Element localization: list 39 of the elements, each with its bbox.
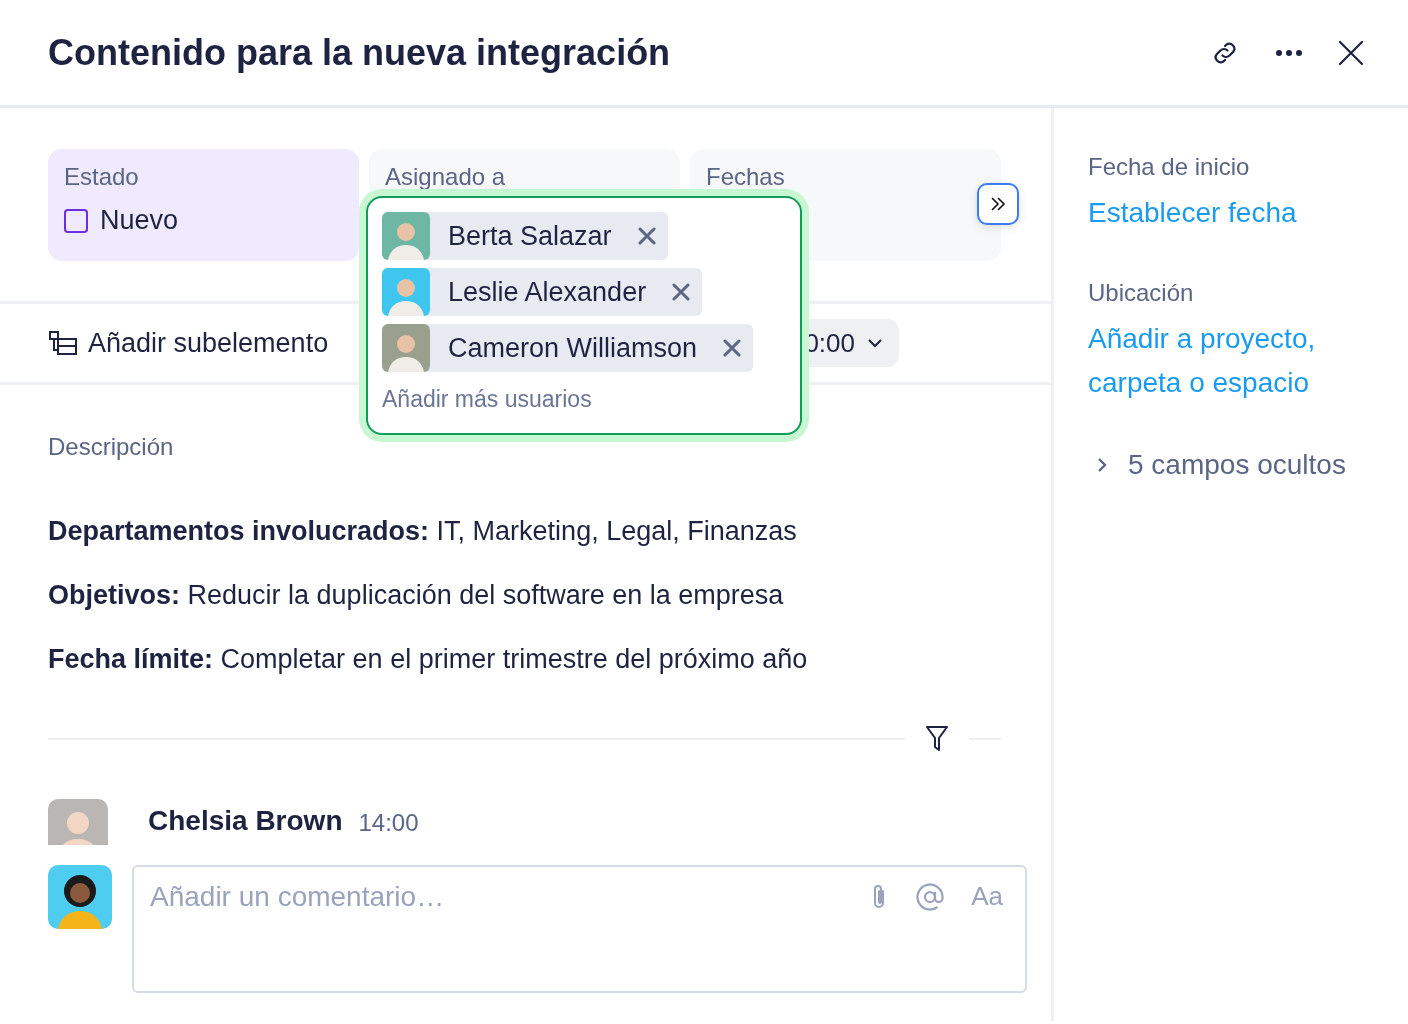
avatar: [48, 865, 112, 929]
description-paragraph: Fecha límite: Completar en el primer trimestre del próximo año: [48, 643, 809, 676]
field-link[interactable]: Añadir a proyecto, carpeta o espacio: [1088, 317, 1348, 405]
user-chip[interactable]: Berta Salazar: [382, 212, 668, 260]
remove-icon[interactable]: [637, 227, 656, 245]
window-title: Contenido para la nueva integración: [48, 31, 671, 74]
filter-icon[interactable]: [925, 725, 949, 753]
user-chip[interactable]: Cameron Williamson: [382, 324, 754, 372]
subitem-icon: [48, 330, 78, 356]
chevron-down-icon: [867, 338, 883, 348]
status-value: Nuevo: [100, 205, 179, 236]
avatar: [382, 324, 430, 372]
field-link[interactable]: Establecer fecha: [1088, 191, 1348, 235]
field-label: Fecha de inicio: [1088, 153, 1251, 181]
avatar: [48, 799, 108, 845]
field-label: Estado: [64, 163, 140, 191]
avatar: [382, 268, 430, 316]
description-label: Descripción: [48, 433, 175, 461]
description-paragraph: Departamentos involucrados: IT, Marketing, Legal, Finanzas: [48, 515, 798, 548]
comment-time: 14:00: [358, 809, 419, 837]
status-icon: [64, 208, 88, 233]
hidden-fields-toggle[interactable]: 5 campos ocultos: [1096, 449, 1408, 481]
chevron-right-icon: [1096, 456, 1108, 474]
user-chip[interactable]: Leslie Alexander: [382, 268, 703, 316]
field-label: Ubicación: [1088, 279, 1195, 307]
avatar: [382, 212, 430, 260]
close-icon[interactable]: [1338, 39, 1364, 66]
more-icon[interactable]: [1274, 47, 1304, 58]
add-subitem-button[interactable]: Añadir subelemento: [48, 327, 329, 359]
add-more-users[interactable]: Añadir más usuarios: [382, 386, 592, 413]
comment-author: Chelsia Brown: [148, 805, 343, 837]
remove-icon[interactable]: [723, 339, 742, 357]
description-paragraph: Objetivos: Reducir la duplicación del software en la empresa: [48, 579, 785, 612]
remove-icon[interactable]: [672, 283, 691, 301]
expand-button[interactable]: [977, 183, 1019, 225]
field-card[interactable]: Estado Nuevo: [48, 149, 359, 261]
field-label: Asignado a: [385, 163, 507, 191]
double-chevron-icon: [989, 195, 1007, 213]
field-label: Fechas: [706, 163, 786, 191]
